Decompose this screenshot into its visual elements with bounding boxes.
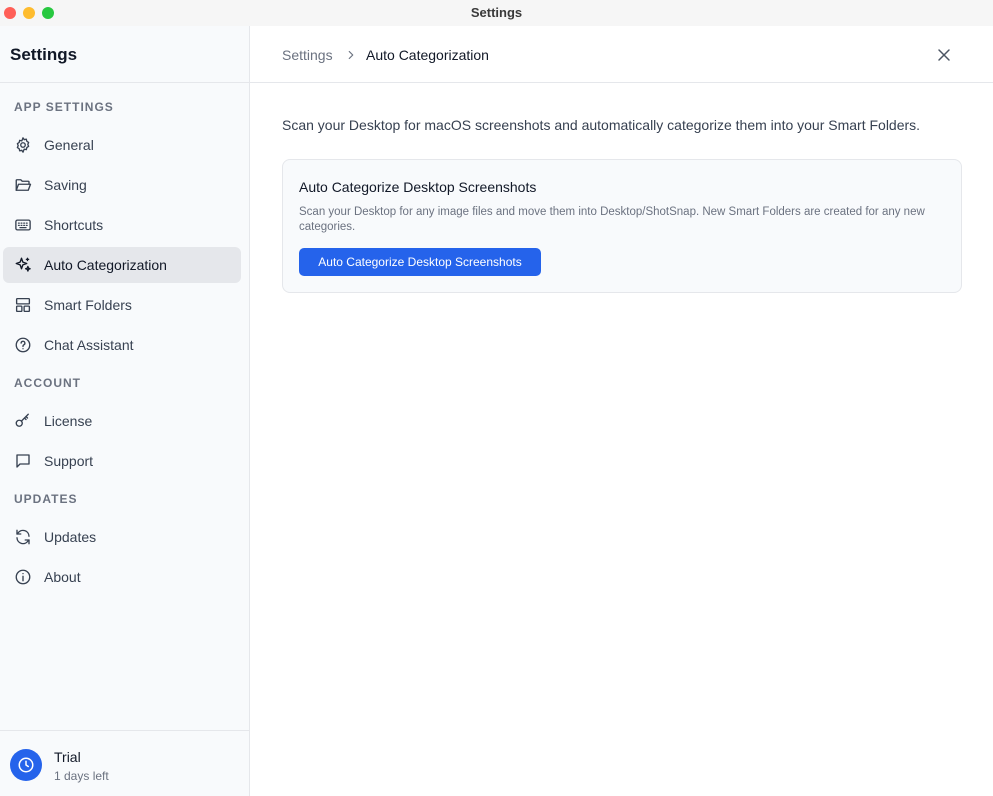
- trial-title: Trial: [54, 749, 81, 765]
- sidebar: Settings APP SETTINGS General Saving Sho…: [0, 26, 250, 796]
- sidebar-item-general[interactable]: General: [3, 127, 241, 163]
- section-label-updates: UPDATES: [14, 492, 78, 506]
- sidebar-item-label: Support: [44, 453, 94, 469]
- sidebar-item-auto-categorization[interactable]: Auto Categorization: [3, 247, 241, 283]
- sidebar-item-label: License: [44, 413, 93, 429]
- trial-status[interactable]: Trial 1 days left: [0, 730, 249, 796]
- main-panel: Settings Auto Categorization Scan your D…: [250, 26, 993, 796]
- clock-icon: [10, 749, 42, 781]
- auto-categorize-button[interactable]: Auto Categorize Desktop Screenshots: [299, 248, 541, 276]
- layout-icon: [14, 296, 32, 314]
- page-description: Scan your Desktop for macOS screenshots …: [282, 117, 921, 133]
- sidebar-item-chat-assistant[interactable]: Chat Assistant: [3, 327, 241, 363]
- refresh-icon: [14, 528, 32, 546]
- sidebar-item-support[interactable]: Support: [3, 443, 241, 479]
- gear-icon: [14, 136, 32, 154]
- message-icon: [14, 452, 32, 470]
- sidebar-item-shortcuts[interactable]: Shortcuts: [3, 207, 241, 243]
- sidebar-item-label: Auto Categorization: [44, 257, 167, 273]
- card-description: Scan your Desktop for any image files an…: [299, 206, 925, 233]
- sidebar-item-license[interactable]: License: [3, 403, 241, 439]
- sparkles-icon: [14, 256, 32, 274]
- sidebar-item-label: General: [44, 137, 94, 153]
- sidebar-item-label: Saving: [44, 177, 87, 193]
- section-label-app-settings: APP SETTINGS: [14, 100, 114, 114]
- key-icon: [14, 412, 32, 430]
- sidebar-item-about[interactable]: About: [3, 559, 241, 595]
- sidebar-item-label: Chat Assistant: [44, 337, 134, 353]
- close-icon[interactable]: [934, 45, 954, 65]
- chevron-right-icon: [344, 48, 358, 62]
- sidebar-header: Settings: [0, 26, 249, 83]
- title-bar: Settings: [0, 0, 993, 26]
- breadcrumb-root[interactable]: Settings: [282, 47, 333, 63]
- sidebar-title: Settings: [10, 45, 78, 64]
- auto-categorize-card: Auto Categorize Desktop Screenshots Scan…: [282, 159, 962, 293]
- section-label-account: ACCOUNT: [14, 376, 81, 390]
- sidebar-item-label: About: [44, 569, 81, 585]
- info-icon: [14, 568, 32, 586]
- sidebar-item-label: Shortcuts: [44, 217, 104, 233]
- sidebar-item-label: Smart Folders: [44, 297, 132, 313]
- window-title: Settings: [470, 5, 523, 20]
- sidebar-item-saving[interactable]: Saving: [3, 167, 241, 203]
- help-circle-icon: [14, 336, 32, 354]
- breadcrumb-current: Auto Categorization: [366, 47, 489, 63]
- sidebar-item-smart-folders[interactable]: Smart Folders: [3, 287, 241, 323]
- sidebar-item-label: Updates: [44, 529, 97, 545]
- sidebar-item-updates[interactable]: Updates: [3, 519, 241, 555]
- breadcrumb: Settings Auto Categorization: [250, 26, 993, 83]
- keyboard-icon: [14, 216, 32, 234]
- trial-days-left: 1 days left: [54, 769, 109, 783]
- card-title: Auto Categorize Desktop Screenshots: [299, 179, 537, 195]
- folder-open-icon: [14, 176, 32, 194]
